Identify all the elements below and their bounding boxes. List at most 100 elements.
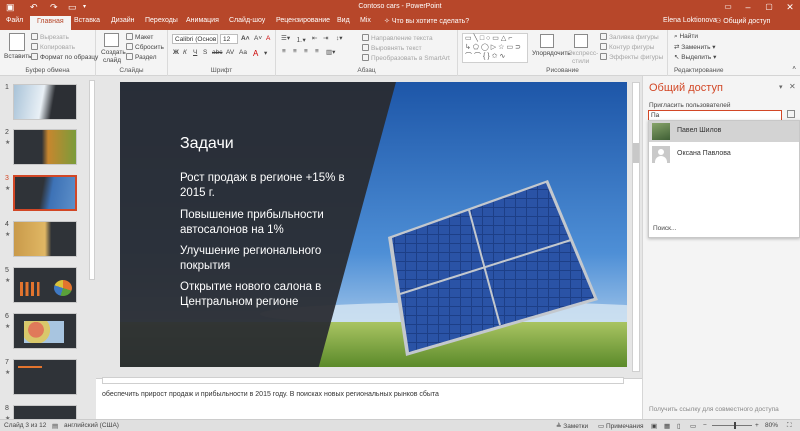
increase-indent-icon[interactable]: ⇥	[323, 34, 328, 42]
slide-thumbnail-5[interactable]	[13, 267, 77, 303]
paste-button[interactable]: Вставить	[4, 53, 32, 60]
slide-bullet-3[interactable]: Улучшение регионального покрытия	[180, 244, 360, 274]
font-size-select[interactable]: 12	[220, 34, 238, 44]
columns-icon[interactable]: ▥▾	[326, 48, 335, 56]
slide-thumbnail-6[interactable]	[13, 313, 77, 349]
slide-thumbnail-3[interactable]	[13, 175, 77, 211]
close-button[interactable]: ✕	[780, 0, 800, 14]
shape-outline-button[interactable]: Контур фигуры	[600, 43, 654, 51]
slide-thumbnail-4[interactable]	[13, 221, 77, 257]
tab-slideshow[interactable]: Слайд-шоу	[229, 17, 265, 24]
tab-view[interactable]: Вид	[337, 17, 350, 24]
tab-file[interactable]: Файл	[6, 17, 23, 24]
underline-icon[interactable]: Ч	[193, 49, 197, 56]
get-sharing-link[interactable]: Получить ссылку для совместного доступа	[649, 406, 779, 413]
language-indicator[interactable]: английский (США)	[64, 422, 119, 429]
copy-button[interactable]: Копировать	[31, 43, 75, 51]
layout-button[interactable]: Макет	[126, 33, 153, 41]
slideshow-view-icon[interactable]: ▭	[690, 422, 696, 430]
slide-bullet-4[interactable]: Открытие нового салона в Центральном рег…	[180, 280, 360, 310]
align-center-icon[interactable]: ≡	[293, 48, 297, 55]
slide-thumbnail-1[interactable]	[13, 84, 77, 120]
shape-fill-button[interactable]: Заливка фигуры	[600, 33, 659, 41]
fit-to-window-icon[interactable]: ⛶	[787, 422, 792, 430]
suggestion-item[interactable]: Павел Шилов	[649, 121, 799, 142]
slide-bullet-1[interactable]: Рост продаж в регионе +15% в 2015 г.	[180, 171, 360, 201]
notes-pane[interactable]: обеспечить прирост продаж и прибыльности…	[96, 378, 642, 419]
italic-icon[interactable]: К	[183, 49, 187, 56]
strikethrough-icon[interactable]: abc	[212, 49, 222, 56]
slide-bullet-2[interactable]: Повышение прибыльности автосалонов на 1%	[180, 208, 360, 238]
numbering-icon[interactable]: ⒈▾	[296, 34, 306, 44]
justify-icon[interactable]: ≡	[315, 48, 319, 55]
font-color-icon[interactable]: A	[253, 49, 258, 58]
find-button[interactable]: ⌕ Найти	[674, 33, 698, 41]
zoom-slider-thumb[interactable]	[734, 422, 736, 429]
align-left-icon[interactable]: ≡	[282, 48, 286, 55]
scroll-thumb[interactable]	[633, 143, 639, 163]
line-spacing-icon[interactable]: ↕▾	[336, 34, 343, 42]
format-painter-button[interactable]: Формат по образцу	[31, 53, 98, 61]
grow-font-icon[interactable]: A˄	[241, 35, 250, 42]
align-text-button[interactable]: Выровнять текст	[362, 44, 422, 52]
smartart-button[interactable]: Преобразовать в SmartArt	[362, 54, 450, 62]
font-name-select[interactable]: Calibri (Основ	[172, 34, 218, 44]
tab-transitions[interactable]: Переходы	[145, 17, 178, 24]
comments-button[interactable]: ▭ Примечания	[598, 422, 643, 430]
zoom-out-button[interactable]: −	[703, 422, 707, 429]
section-button[interactable]: Раздел	[126, 53, 156, 61]
collapse-ribbon-icon[interactable]: ˄	[792, 65, 796, 72]
decrease-indent-icon[interactable]: ⇤	[312, 34, 317, 42]
shape-effects-button[interactable]: Эффекты фигуры	[600, 53, 663, 61]
slide-title[interactable]: Задачи	[180, 135, 234, 153]
tab-review[interactable]: Рецензирование	[276, 17, 330, 24]
new-slide-button[interactable]: Создать	[101, 49, 126, 56]
slide-thumbnail-2[interactable]	[13, 129, 77, 165]
minimize-button[interactable]: –	[738, 0, 758, 14]
change-case-icon[interactable]: Aa	[239, 49, 247, 56]
slide-vertical-scrollbar[interactable]	[632, 82, 640, 372]
bold-icon[interactable]: Ж	[173, 49, 179, 56]
spellcheck-icon[interactable]: ▤	[52, 422, 58, 430]
notes-button[interactable]: ≜ Заметки	[556, 422, 588, 430]
select-button[interactable]: ↖ Выделить ▾	[674, 53, 716, 61]
arrange-button[interactable]: Упорядочить	[532, 50, 571, 57]
clear-format-icon[interactable]: A	[266, 35, 270, 42]
shapes-gallery[interactable]: ▭╲□○▭△⌐ ↳⬠◯▷☆▭⊃ ⌒⌒{}✩∿	[462, 33, 528, 63]
slide-thumbnail-7[interactable]	[13, 359, 77, 395]
tab-insert[interactable]: Вставка	[74, 17, 100, 24]
address-book-icon[interactable]	[787, 110, 795, 118]
zoom-level[interactable]: 80%	[765, 422, 778, 429]
pane-options-icon[interactable]: ▾	[779, 83, 783, 91]
replace-button[interactable]: ⇄ Заменить ▾	[674, 43, 716, 51]
notes-text[interactable]: обеспечить прирост продаж и прибыльности…	[102, 391, 439, 398]
shadow-icon[interactable]: S	[203, 49, 207, 56]
tell-me-box[interactable]: ✧ Что вы хотите сделать?	[384, 17, 469, 25]
slide-thumbnail-8[interactable]	[13, 405, 77, 419]
zoom-in-button[interactable]: +	[755, 422, 759, 429]
tab-design[interactable]: Дизайн	[111, 17, 135, 24]
tab-animations[interactable]: Анимация	[186, 17, 219, 24]
slide-canvas[interactable]: Задачи Рост продаж в регионе +15% в 2015…	[120, 82, 627, 367]
user-name[interactable]: Elena Loktionova	[663, 17, 717, 24]
share-button[interactable]: ⚇ Общий доступ	[715, 17, 770, 25]
tab-mix[interactable]: Mix	[360, 17, 371, 24]
maximize-button[interactable]: ▢	[759, 0, 779, 14]
bullets-icon[interactable]: ☰▾	[281, 34, 290, 42]
slide-sorter-icon[interactable]: ▦	[664, 422, 670, 430]
shrink-font-icon[interactable]: A˅	[254, 35, 262, 42]
reset-button[interactable]: Сбросить	[126, 43, 164, 51]
horizontal-scrollbar[interactable]	[102, 377, 624, 384]
text-direction-button[interactable]: Направление текста	[362, 34, 433, 42]
align-right-icon[interactable]: ≡	[304, 48, 308, 55]
suggestion-item[interactable]: Оксана Павлова	[649, 144, 799, 165]
ribbon-options-icon[interactable]: ▭	[718, 0, 738, 14]
cut-button[interactable]: Вырезать	[31, 33, 69, 41]
tab-home[interactable]: Главная	[30, 16, 71, 30]
reading-view-icon[interactable]: ▯	[677, 422, 681, 430]
thumbnails-scrollbar[interactable]	[89, 80, 95, 280]
spacing-icon[interactable]: AV	[226, 49, 234, 56]
close-pane-icon[interactable]: ✕	[789, 82, 796, 91]
zoom-slider[interactable]	[712, 422, 752, 429]
normal-view-icon[interactable]: ▣	[651, 422, 657, 430]
